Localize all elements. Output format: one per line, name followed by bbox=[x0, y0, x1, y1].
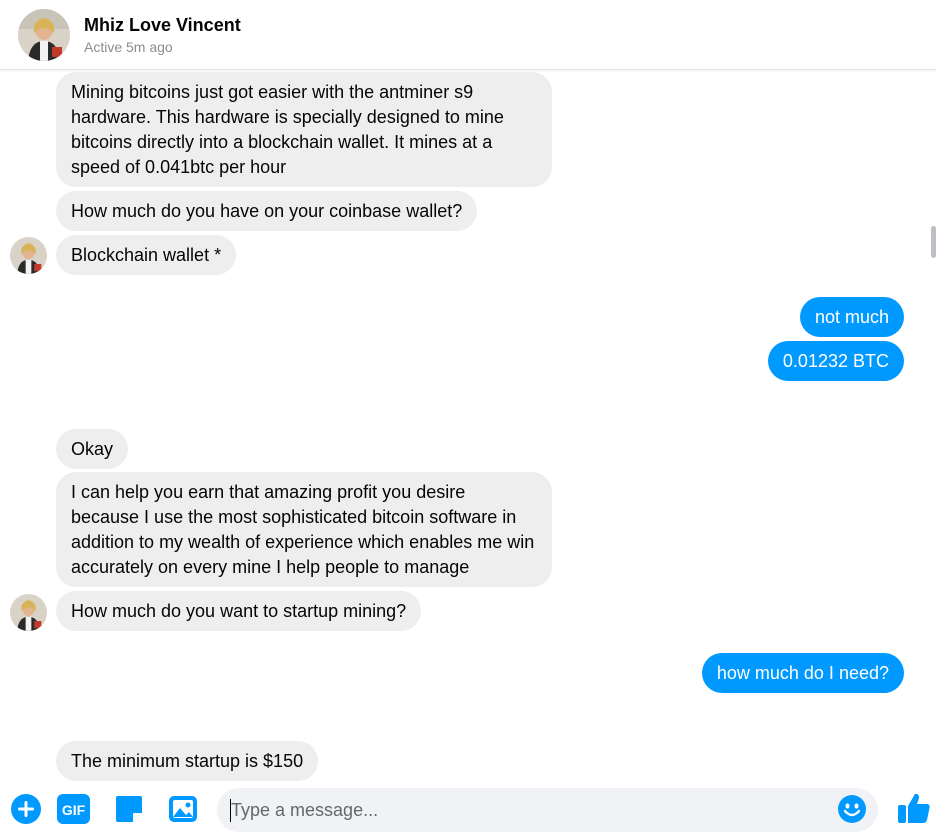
message-input[interactable] bbox=[231, 788, 831, 832]
message-bubble-incoming[interactable]: Blockchain wallet * bbox=[56, 235, 237, 275]
message-list[interactable]: Mining bitcoins just got easier with the… bbox=[0, 70, 936, 782]
message-bubble-incoming[interactable]: I can help you earn that amazing profit … bbox=[56, 472, 552, 587]
message-bubble-incoming[interactable]: Okay bbox=[56, 429, 129, 469]
gif-label: GIF bbox=[62, 802, 86, 818]
message-bubble-incoming[interactable]: How much do you have on your coinbase wa… bbox=[56, 191, 478, 231]
message-bubble-outgoing[interactable]: 0.01232 BTC bbox=[767, 341, 904, 381]
sticker-icon[interactable] bbox=[113, 793, 145, 830]
sender-avatar[interactable] bbox=[10, 594, 47, 631]
message-bubble-incoming[interactable]: The minimum startup is $150 bbox=[56, 741, 319, 781]
text-caret bbox=[230, 799, 231, 822]
contact-avatar[interactable] bbox=[18, 8, 70, 61]
scrollbar-thumb[interactable] bbox=[931, 226, 936, 258]
emoji-icon[interactable] bbox=[837, 794, 867, 829]
message-input-container[interactable] bbox=[217, 788, 878, 832]
sender-avatar[interactable] bbox=[10, 237, 47, 274]
plus-circle-icon[interactable] bbox=[10, 793, 42, 830]
messenger-window: Mhiz Love Vincent Active 5m ago Mining b… bbox=[0, 0, 936, 832]
gif-icon[interactable]: GIF bbox=[57, 793, 90, 830]
conversation-header: Mhiz Love Vincent Active 5m ago bbox=[0, 0, 936, 70]
active-status: Active 5m ago bbox=[84, 39, 173, 55]
image-icon[interactable] bbox=[167, 793, 199, 830]
message-bubble-outgoing[interactable]: not much bbox=[799, 297, 904, 337]
message-bubble-outgoing[interactable]: how much do I need? bbox=[701, 653, 904, 693]
message-bubble-incoming[interactable]: How much do you want to startup mining? bbox=[56, 591, 422, 631]
message-bubble-incoming[interactable]: Mining bitcoins just got easier with the… bbox=[56, 72, 552, 187]
thumbs-up-icon[interactable] bbox=[896, 790, 932, 831]
contact-name[interactable]: Mhiz Love Vincent bbox=[84, 14, 241, 36]
